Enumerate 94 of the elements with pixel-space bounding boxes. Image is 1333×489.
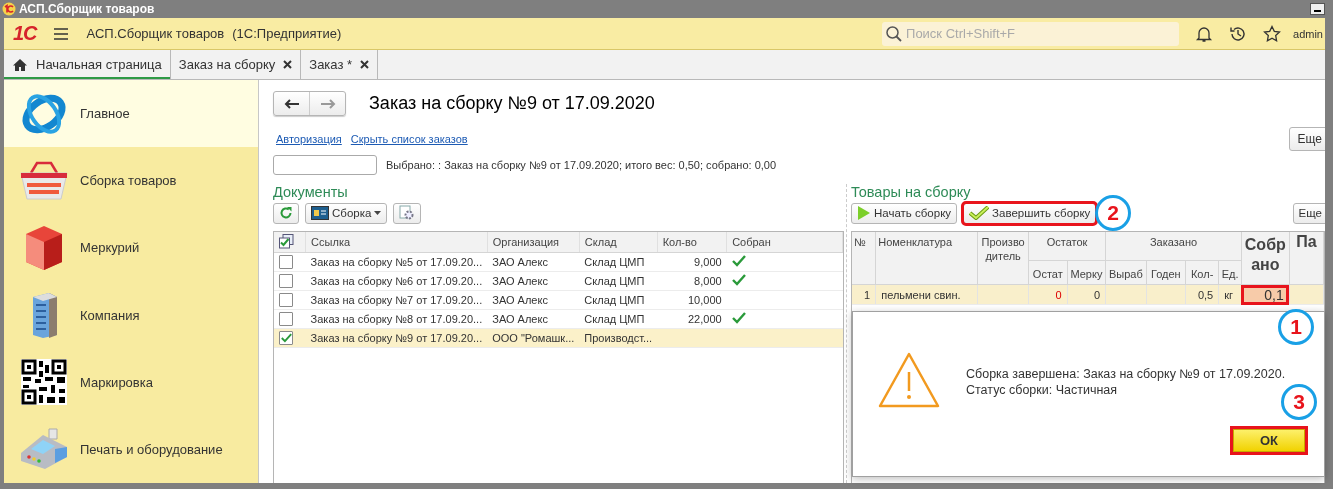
table-cell: Склад ЦМП xyxy=(579,252,658,272)
checkbox[interactable] xyxy=(279,331,293,345)
table-cell: 22,000 xyxy=(657,309,727,329)
column-group-header: Остаток xyxy=(1028,232,1106,261)
selection-summary: Выбрано: : Заказ на сборку №9 от 17.09.2020; итого вес: 0,50; собрано: 0,00 xyxy=(386,159,777,171)
table-cell: Заказ на сборку №6 от 17.09.20... xyxy=(305,271,488,291)
table-cell: ЗАО Алекс xyxy=(487,309,580,329)
history-buttons[interactable] xyxy=(273,91,346,116)
column-header[interactable]: Па xyxy=(1296,235,1317,249)
column-header[interactable]: Склад xyxy=(579,232,658,253)
menu-button[interactable]: Сборка xyxy=(305,202,388,224)
history-icon[interactable] xyxy=(1229,24,1248,43)
table-cell: Склад ЦМП xyxy=(579,271,658,291)
table-cell: 9,000 xyxy=(657,252,727,272)
user-name[interactable]: admin xyxy=(1293,27,1323,40)
refresh-button[interactable] xyxy=(273,202,299,224)
tab[interactable]: Начальная страница xyxy=(4,50,171,79)
menu-icon[interactable] xyxy=(52,26,69,41)
sidebar-item[interactable]: Сборка товаров xyxy=(4,147,258,215)
table-cell: Заказ на сборку №5 от 17.09.20... xyxy=(305,252,488,272)
column-header[interactable]: Организация xyxy=(487,232,580,253)
table-cell: 0,1 xyxy=(1241,284,1290,305)
card-terminal-icon xyxy=(19,427,69,472)
minimize-button[interactable] xyxy=(1310,3,1325,15)
star-icon[interactable] xyxy=(1263,24,1282,43)
table-cell: Склад ЦМП xyxy=(579,290,658,310)
column-header[interactable]: Собран xyxy=(726,232,843,253)
message-text: Сборка завершена: Заказ на сборку №9 от 17.09.2020. xyxy=(966,366,1286,382)
toolbar-button[interactable]: Завершить сборку xyxy=(963,202,1097,224)
close-icon[interactable] xyxy=(360,60,370,69)
back-arrow-icon[interactable] xyxy=(283,98,300,109)
table-cell: Склад ЦМП xyxy=(579,309,658,329)
table-cell: 10,000 xyxy=(657,290,727,310)
sidebar-item[interactable]: Меркурий xyxy=(4,214,258,282)
link[interactable]: Авторизация xyxy=(276,133,342,145)
column-group-header: Заказано xyxy=(1105,232,1242,261)
sidebar-item[interactable]: Компания xyxy=(4,281,258,349)
column-header[interactable]: Кол-во xyxy=(657,232,727,253)
message-text: Статус сборки: Частичная xyxy=(966,382,1119,398)
search-field[interactable]: Поиск Ctrl+Shift+F xyxy=(882,21,1180,46)
sidebar-item[interactable]: Печать и оборудование xyxy=(4,415,258,484)
app-icon xyxy=(2,2,16,16)
bell-icon[interactable] xyxy=(1195,24,1214,43)
column-header[interactable]: Ссылка xyxy=(305,232,488,253)
platform-name: (1С:Предприятие) xyxy=(232,26,342,41)
app-title: АСП.Сборщик товаров xyxy=(86,26,225,41)
checkbox[interactable] xyxy=(279,255,293,269)
table-row[interactable]: Заказ на сборку №5 от 17.09.20... ЗАО Алекс Склад ЦМП 9,000 xyxy=(274,252,843,272)
table-cell: 8,000 xyxy=(657,271,727,291)
checkbox[interactable] xyxy=(279,312,293,326)
search-icon xyxy=(885,24,904,43)
tab[interactable]: Заказ на сборку xyxy=(170,50,302,79)
home-icon xyxy=(12,57,28,72)
play-icon xyxy=(857,205,871,221)
warning-icon xyxy=(878,352,940,408)
table-cell: Заказ на сборку №8 от 17.09.20... xyxy=(305,309,488,329)
more-button[interactable]: Еще xyxy=(1292,202,1325,224)
check-icon xyxy=(969,206,990,220)
settings-button[interactable] xyxy=(393,202,422,224)
checkbox[interactable] xyxy=(279,293,293,307)
column-header[interactable]: Номенклатура xyxy=(878,235,953,249)
table-cell: ЗАО Алекс xyxy=(487,252,580,272)
table-cell: ЗАО Алекс xyxy=(487,271,580,291)
table-row[interactable]: 1 пельмени свин. 0 0 0,5 кг 0,1 xyxy=(852,284,1324,305)
section-heading: Документы xyxy=(273,184,349,201)
table-row[interactable]: Заказ на сборку №9 от 17.09.20... ООО "Ромашк... Производст... xyxy=(274,328,843,348)
section-heading: Товары на сборку xyxy=(851,184,972,201)
qr-code-icon xyxy=(21,359,67,406)
checkbox[interactable] xyxy=(279,274,293,288)
forward-arrow-icon[interactable] xyxy=(319,98,336,109)
document-icon xyxy=(311,206,329,220)
input-field[interactable] xyxy=(273,155,377,175)
check-all-icon[interactable] xyxy=(279,233,294,249)
table-cell: ЗАО Алекс xyxy=(487,290,580,310)
form-title: Заказ на сборку №9 от 17.09.2020 xyxy=(369,93,655,114)
sidebar-item[interactable]: Маркировка xyxy=(4,348,258,416)
more-button[interactable]: Еще xyxy=(1288,127,1325,151)
table-row[interactable]: Заказ на сборку №7 от 17.09.20... ЗАО Алекс Склад ЦМП 10,000 xyxy=(274,290,843,310)
table-cell: Заказ на сборку №7 от 17.09.20... xyxy=(305,290,488,310)
sidebar-item[interactable]: Главное xyxy=(4,80,258,148)
tab[interactable]: Заказ * xyxy=(301,50,379,79)
link[interactable]: Скрыть список заказов xyxy=(350,133,468,145)
app-logo: 1С xyxy=(13,22,37,45)
caret-icon xyxy=(374,211,382,215)
window-title: АСП.Сборщик товаров xyxy=(19,2,156,16)
close-icon[interactable] xyxy=(283,60,293,69)
ok-button[interactable]: ОК xyxy=(1233,429,1305,452)
table-row[interactable]: Заказ на сборку №8 от 17.09.20... ЗАО Алекс Склад ЦМП 22,000 xyxy=(274,309,843,329)
refresh-icon xyxy=(279,206,293,220)
column-header[interactable]: № xyxy=(854,235,866,249)
table-row[interactable]: Заказ на сборку №6 от 17.09.20... ЗАО Алекс Склад ЦМП 8,000 xyxy=(274,271,843,291)
table-cell: 1 xyxy=(852,284,876,305)
settings-icon xyxy=(399,205,416,221)
toolbar-button[interactable]: Начать сборку xyxy=(851,202,958,224)
